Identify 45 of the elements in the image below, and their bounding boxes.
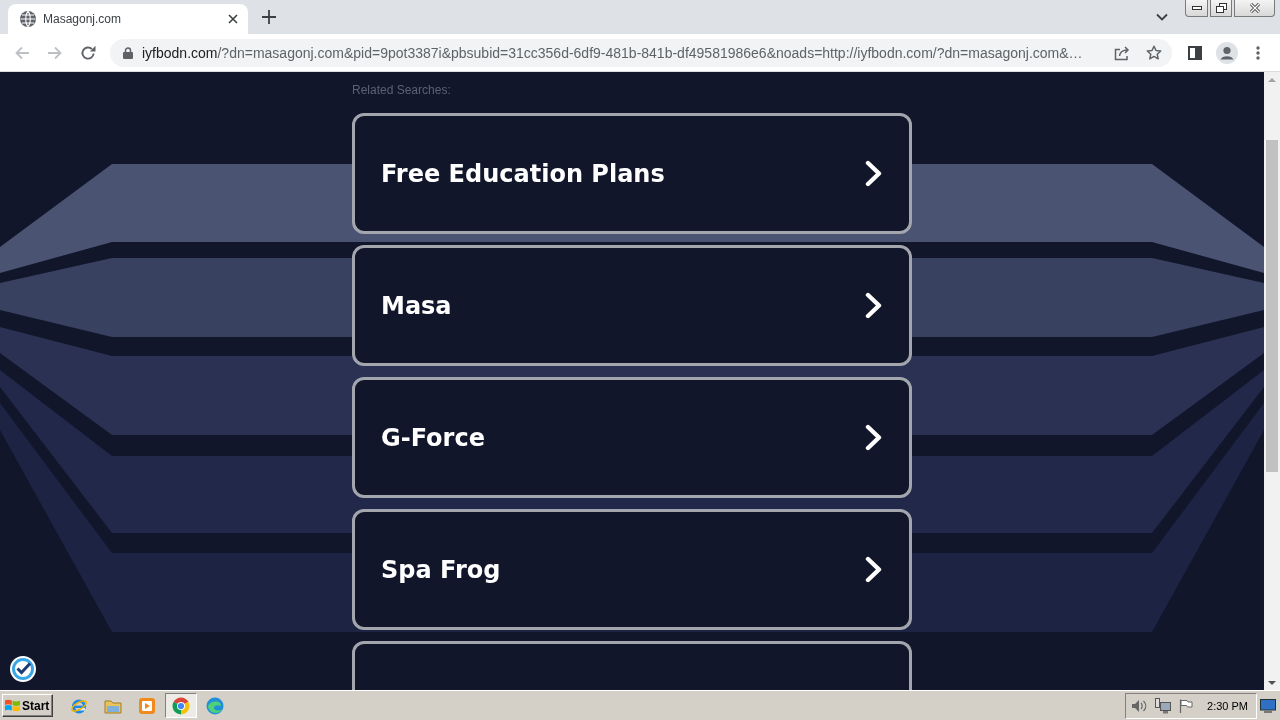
menu-icon[interactable] xyxy=(1256,45,1260,60)
chevron-right-icon xyxy=(865,292,882,319)
chevron-right-icon xyxy=(865,556,882,583)
close-icon xyxy=(1248,3,1261,13)
address-bar[interactable]: iyfbodn.com/?dn=masagonj.com&pid=9pot3387i&pbsubid=31cc356d-6df9-481b-841b-df49581986e6&noads=http://iyfbodn.com/?dn=masagonj.com&… xyxy=(110,38,1172,67)
windows-flag-icon xyxy=(5,699,20,712)
speaker-icon[interactable] xyxy=(1131,698,1148,713)
play-icon xyxy=(138,696,156,715)
start-button[interactable]: Start xyxy=(2,694,53,717)
clock[interactable]: 2:30 PM xyxy=(1207,699,1248,712)
chevron-down-icon[interactable] xyxy=(1156,12,1168,21)
star-icon[interactable] xyxy=(1146,44,1162,61)
related-search-link[interactable] xyxy=(352,641,912,690)
lock-icon[interactable] xyxy=(123,46,133,59)
related-search-link[interactable]: G-Force xyxy=(352,377,912,498)
close-window-button[interactable] xyxy=(1234,0,1275,17)
url-text: iyfbodn.com/?dn=masagonj.com&pid=9pot3387i&pbsubid=31cc356d-6df9-481b-841b-df49581986e6&noads=http://iyfbodn.com/?dn=masagonj.com&… xyxy=(142,44,1083,61)
scroll-down-icon[interactable] xyxy=(1268,681,1276,685)
side-panel-icon[interactable] xyxy=(1188,45,1202,60)
round-logo-icon xyxy=(172,696,190,715)
chevron-right-icon xyxy=(865,160,882,187)
related-search-link[interactable]: Free Education Plans xyxy=(352,113,912,234)
flag-icon[interactable] xyxy=(1179,698,1194,713)
taskbar-button[interactable] xyxy=(165,693,197,718)
globe-icon xyxy=(20,11,36,27)
check-badge-icon[interactable] xyxy=(10,656,36,682)
profile-icon[interactable] xyxy=(1216,41,1238,64)
close-icon[interactable] xyxy=(228,14,238,24)
reload-icon[interactable] xyxy=(80,44,96,61)
minimize-button[interactable] xyxy=(1185,0,1208,17)
screen-icon[interactable] xyxy=(1260,698,1276,713)
chevron-right-icon xyxy=(865,424,882,451)
restore-button[interactable] xyxy=(1210,0,1232,17)
restore-icon xyxy=(1215,3,1227,13)
network-icon[interactable] xyxy=(1155,697,1172,714)
scrollbar-track[interactable] xyxy=(1264,72,1280,690)
plus-icon[interactable] xyxy=(262,10,276,24)
share-icon[interactable] xyxy=(1114,44,1130,61)
related-search-link[interactable]: Spa Frog xyxy=(352,509,912,630)
swirl-logo-icon xyxy=(206,696,224,715)
related-search-link[interactable]: Masa xyxy=(352,245,912,366)
scrollbar-thumb[interactable] xyxy=(1266,140,1278,472)
browser-tab[interactable]: Masagonj.com xyxy=(8,4,248,34)
minimize-icon xyxy=(1191,6,1202,10)
section-heading: Related Searches: xyxy=(352,84,452,97)
